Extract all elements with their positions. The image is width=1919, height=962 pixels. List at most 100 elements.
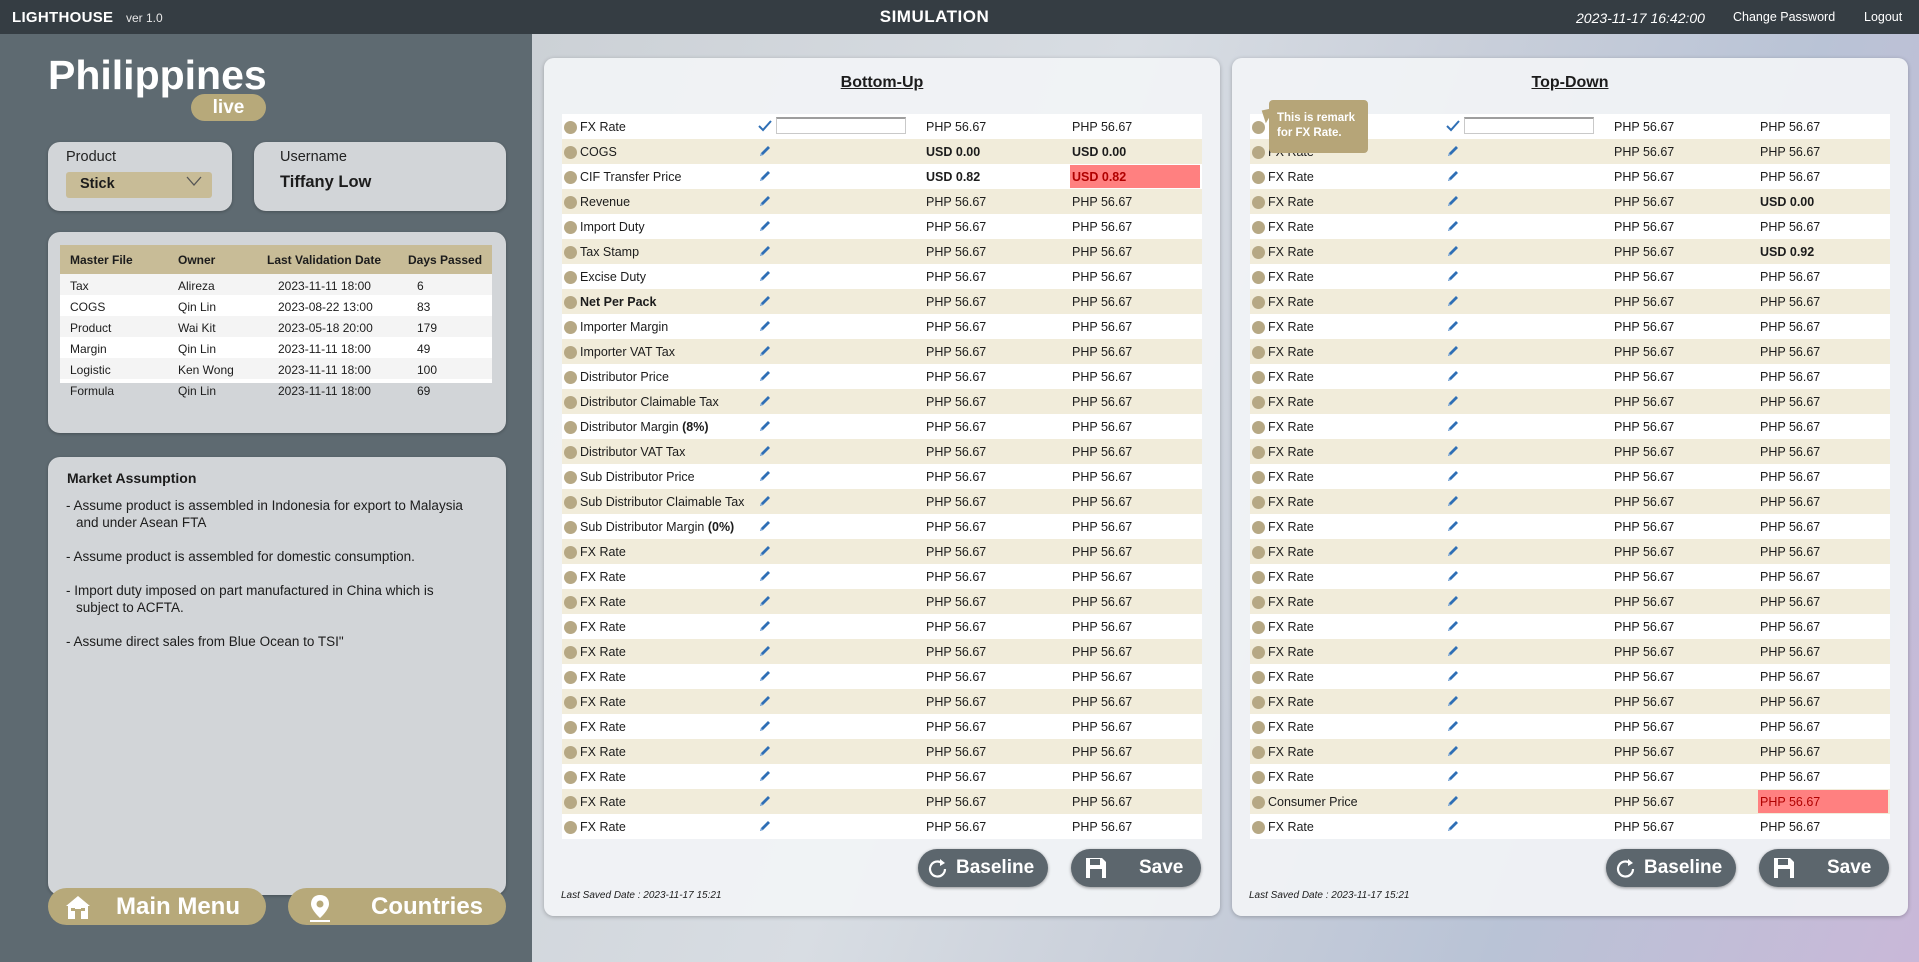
- edit-icon[interactable]: [1446, 194, 1460, 208]
- baseline-button[interactable]: Baseline: [918, 849, 1048, 887]
- remark-dot-icon[interactable]: [564, 696, 577, 709]
- remark-dot-icon[interactable]: [1252, 146, 1265, 159]
- remark-dot-icon[interactable]: [1252, 446, 1265, 459]
- remark-dot-icon[interactable]: [564, 146, 577, 159]
- edit-icon[interactable]: [758, 644, 772, 658]
- remark-dot-icon[interactable]: [1252, 571, 1265, 584]
- remark-dot-icon[interactable]: [564, 421, 577, 434]
- edit-icon[interactable]: [758, 794, 772, 808]
- remark-dot-icon[interactable]: [1252, 321, 1265, 334]
- edit-icon[interactable]: [758, 294, 772, 308]
- edit-icon[interactable]: [758, 269, 772, 283]
- remark-dot-icon[interactable]: [564, 471, 577, 484]
- edit-icon[interactable]: [758, 469, 772, 483]
- remark-dot-icon[interactable]: [1252, 296, 1265, 309]
- remark-dot-icon[interactable]: [1252, 771, 1265, 784]
- remark-dot-icon[interactable]: [1252, 721, 1265, 734]
- edit-icon[interactable]: [1446, 544, 1460, 558]
- remark-dot-icon[interactable]: [1252, 821, 1265, 834]
- edit-icon[interactable]: [758, 519, 772, 533]
- save-button[interactable]: Save: [1071, 849, 1201, 887]
- remark-dot-icon[interactable]: [564, 346, 577, 359]
- edit-icon[interactable]: [758, 419, 772, 433]
- edit-icon[interactable]: [1446, 394, 1460, 408]
- edit-icon[interactable]: [758, 544, 772, 558]
- remark-dot-icon[interactable]: [1252, 421, 1265, 434]
- edit-icon[interactable]: [758, 169, 772, 183]
- edit-icon[interactable]: [758, 594, 772, 608]
- save-button[interactable]: Save: [1759, 849, 1889, 887]
- remark-dot-icon[interactable]: [1252, 246, 1265, 259]
- remark-dot-icon[interactable]: [564, 221, 577, 234]
- main-menu-button[interactable]: Main Menu: [48, 888, 266, 925]
- remark-dot-icon[interactable]: [1252, 396, 1265, 409]
- edit-icon[interactable]: [1446, 794, 1460, 808]
- remark-dot-icon[interactable]: [564, 171, 577, 184]
- edit-icon[interactable]: [1446, 569, 1460, 583]
- remark-dot-icon[interactable]: [564, 296, 577, 309]
- edit-icon[interactable]: [1446, 594, 1460, 608]
- remark-dot-icon[interactable]: [564, 546, 577, 559]
- edit-icon[interactable]: [758, 219, 772, 233]
- remark-dot-icon[interactable]: [1252, 646, 1265, 659]
- fx-rate-input[interactable]: [1464, 117, 1594, 134]
- edit-icon[interactable]: [1446, 169, 1460, 183]
- edit-icon[interactable]: [1446, 444, 1460, 458]
- edit-icon[interactable]: [1446, 344, 1460, 358]
- remark-dot-icon[interactable]: [564, 246, 577, 259]
- edit-icon[interactable]: [1446, 294, 1460, 308]
- remark-dot-icon[interactable]: [1252, 346, 1265, 359]
- edit-icon[interactable]: [758, 569, 772, 583]
- edit-icon[interactable]: [1446, 269, 1460, 283]
- edit-icon[interactable]: [1446, 519, 1460, 533]
- remark-dot-icon[interactable]: [1252, 471, 1265, 484]
- edit-icon[interactable]: [758, 719, 772, 733]
- remark-dot-icon[interactable]: [564, 671, 577, 684]
- edit-icon[interactable]: [758, 344, 772, 358]
- edit-icon[interactable]: [1446, 694, 1460, 708]
- edit-icon[interactable]: [1446, 244, 1460, 258]
- edit-icon[interactable]: [758, 194, 772, 208]
- edit-icon[interactable]: [758, 819, 772, 833]
- edit-icon[interactable]: [758, 494, 772, 508]
- remark-dot-icon[interactable]: [564, 771, 577, 784]
- edit-icon[interactable]: [758, 394, 772, 408]
- edit-icon[interactable]: [758, 669, 772, 683]
- edit-icon[interactable]: [1446, 719, 1460, 733]
- remark-dot-icon[interactable]: [1252, 796, 1265, 809]
- edit-icon[interactable]: [758, 619, 772, 633]
- product-select[interactable]: Stick: [66, 172, 212, 198]
- edit-icon[interactable]: [1446, 619, 1460, 633]
- edit-icon[interactable]: [1446, 419, 1460, 433]
- remark-dot-icon[interactable]: [564, 396, 577, 409]
- edit-icon[interactable]: [758, 244, 772, 258]
- edit-icon[interactable]: [1446, 494, 1460, 508]
- remark-dot-icon[interactable]: [1252, 196, 1265, 209]
- countries-button[interactable]: Countries: [288, 888, 506, 925]
- edit-icon[interactable]: [758, 319, 772, 333]
- remark-dot-icon[interactable]: [1252, 496, 1265, 509]
- edit-icon[interactable]: [1446, 669, 1460, 683]
- edit-icon[interactable]: [1446, 144, 1460, 158]
- remark-dot-icon[interactable]: [564, 621, 577, 634]
- remark-dot-icon[interactable]: [1252, 121, 1265, 134]
- edit-icon[interactable]: [758, 444, 772, 458]
- remark-dot-icon[interactable]: [1252, 671, 1265, 684]
- check-icon[interactable]: [758, 119, 772, 133]
- edit-icon[interactable]: [758, 144, 772, 158]
- edit-icon[interactable]: [1446, 469, 1460, 483]
- remark-dot-icon[interactable]: [564, 496, 577, 509]
- edit-icon[interactable]: [1446, 369, 1460, 383]
- edit-icon[interactable]: [1446, 819, 1460, 833]
- remark-dot-icon[interactable]: [564, 321, 577, 334]
- remark-dot-icon[interactable]: [1252, 596, 1265, 609]
- remark-dot-icon[interactable]: [564, 121, 577, 134]
- baseline-button[interactable]: Baseline: [1606, 849, 1736, 887]
- edit-icon[interactable]: [1446, 644, 1460, 658]
- remark-dot-icon[interactable]: [564, 271, 577, 284]
- edit-icon[interactable]: [758, 369, 772, 383]
- remark-dot-icon[interactable]: [564, 596, 577, 609]
- edit-icon[interactable]: [1446, 744, 1460, 758]
- edit-icon[interactable]: [1446, 219, 1460, 233]
- remark-dot-icon[interactable]: [1252, 746, 1265, 759]
